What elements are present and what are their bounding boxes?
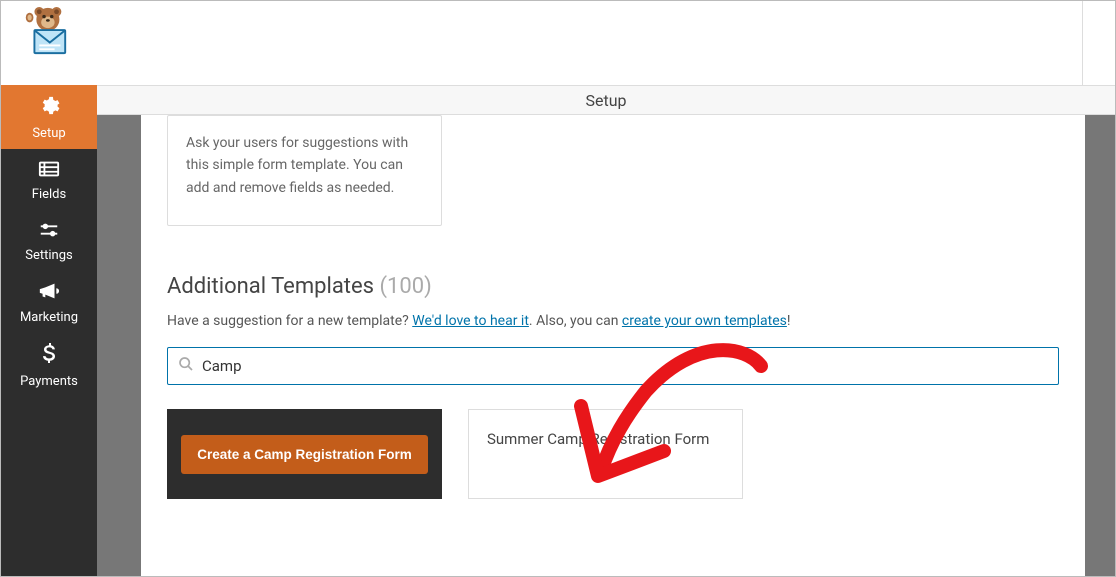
sidebar-item-label: Marketing bbox=[20, 310, 78, 325]
bullhorn-icon bbox=[38, 281, 60, 306]
search-input[interactable] bbox=[202, 357, 1048, 375]
result-card-secondary[interactable]: Summer Camp Registration Form bbox=[468, 409, 743, 499]
section-count: (100) bbox=[379, 274, 431, 299]
sidebar-item-label: Setup bbox=[32, 126, 65, 141]
page-title: Setup bbox=[585, 91, 626, 110]
sidebar-item-fields[interactable]: Fields bbox=[1, 149, 97, 210]
sidebar-item-label: Payments bbox=[20, 374, 78, 389]
sliders-icon bbox=[38, 220, 60, 244]
app-logo bbox=[16, 6, 76, 61]
create-form-button[interactable]: Create a Camp Registration Form bbox=[181, 435, 428, 474]
result-card-primary[interactable]: Create a Camp Registration Form bbox=[167, 409, 442, 499]
suggestion-link-hear[interactable]: We'd love to hear it bbox=[412, 313, 529, 329]
suggestion-link-create[interactable]: create your own templates bbox=[622, 313, 787, 329]
page-header: Setup bbox=[97, 85, 1115, 115]
sidebar-item-label: Fields bbox=[32, 187, 66, 202]
suggestion-text: Have a suggestion for a new template? We… bbox=[167, 313, 1059, 329]
list-icon bbox=[38, 159, 60, 183]
sidebar: Setup Fields Settings Marketing Payments bbox=[1, 85, 97, 576]
sidebar-item-label: Settings bbox=[25, 248, 72, 263]
template-card[interactable]: Ask your users for suggestions with this… bbox=[167, 115, 442, 226]
top-divider bbox=[1082, 1, 1083, 85]
template-description: Ask your users for suggestions with this… bbox=[186, 132, 423, 199]
result-label: Summer Camp Registration Form bbox=[487, 428, 709, 451]
gear-icon bbox=[38, 95, 60, 122]
section-title: Additional Templates (100) bbox=[167, 274, 1059, 299]
template-search[interactable] bbox=[167, 347, 1059, 385]
sidebar-item-marketing[interactable]: Marketing bbox=[1, 271, 97, 333]
section-title-text: Additional Templates bbox=[167, 274, 374, 299]
content-panel: Ask your users for suggestions with this… bbox=[141, 115, 1085, 576]
results-row: Create a Camp Registration Form Summer C… bbox=[167, 409, 1059, 499]
dollar-icon bbox=[42, 343, 56, 370]
sidebar-item-setup[interactable]: Setup bbox=[1, 85, 97, 149]
sidebar-item-settings[interactable]: Settings bbox=[1, 210, 97, 271]
search-icon bbox=[178, 356, 194, 376]
sidebar-item-payments[interactable]: Payments bbox=[1, 333, 97, 397]
